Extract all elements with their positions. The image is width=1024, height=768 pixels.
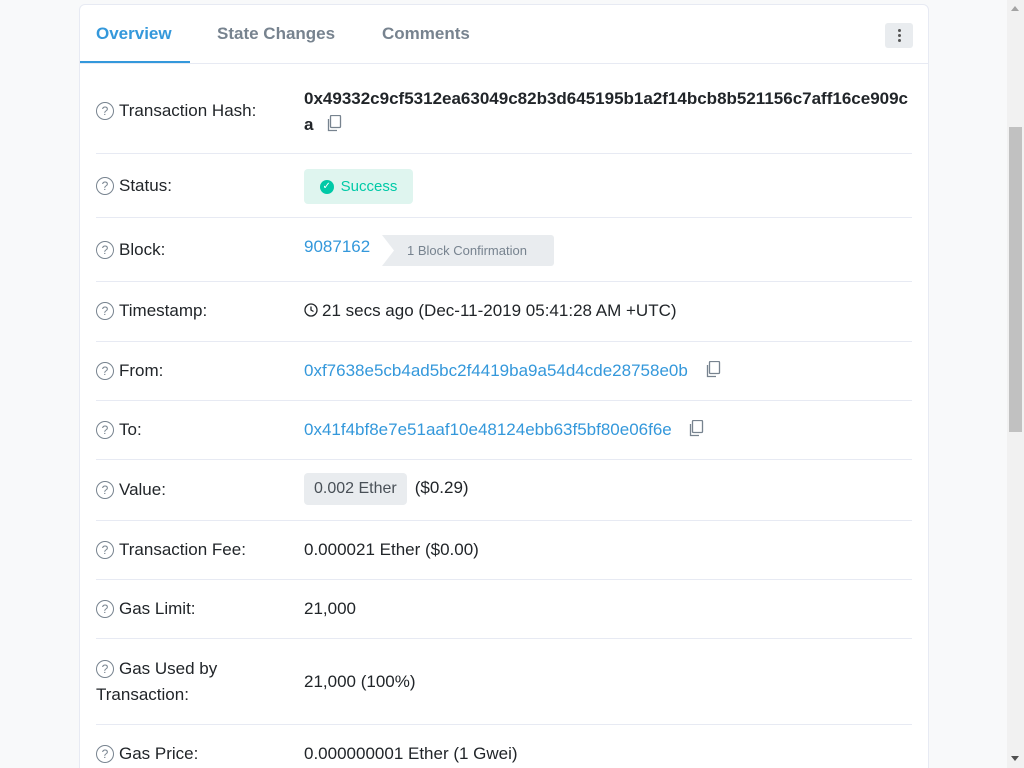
gas-limit-value: 21,000: [304, 599, 356, 618]
question-circle-icon[interactable]: ?: [96, 362, 114, 380]
value-label: ? Value:: [96, 477, 166, 503]
from-address-link[interactable]: 0xf7638e5cb4ad5bc2f4419ba9a54d4cde28758e…: [304, 361, 688, 380]
fee-value: 0.000021 Ether ($0.00): [304, 540, 479, 559]
scrollbar-thumb[interactable]: [1009, 127, 1022, 432]
tx-hash-value: 0x49332c9cf5312ea63049c82b3d645195b1a2f1…: [304, 86, 912, 138]
question-circle-icon[interactable]: ?: [96, 421, 114, 439]
from-label: ? From:: [96, 358, 163, 384]
clock-icon: [304, 303, 318, 317]
vertical-dots-icon: [897, 29, 901, 32]
active-tab-indicator: [80, 61, 190, 63]
gas-used-value: 21,000 (100%): [304, 672, 416, 691]
to-address-link[interactable]: 0x41f4bf8e7e51aaf10e48124ebb63f5bf80e06f…: [304, 420, 672, 439]
ether-amount-badge: 0.002 Ether: [304, 473, 407, 505]
block-confirmation-badge: 1 Block Confirmation: [382, 235, 554, 266]
gas-price-value: 0.000000001 Ether (1 Gwei): [304, 744, 518, 763]
question-circle-icon[interactable]: ?: [96, 481, 114, 499]
scroll-down-arrow-icon[interactable]: [1011, 756, 1019, 761]
question-circle-icon[interactable]: ?: [96, 541, 114, 559]
question-circle-icon[interactable]: ?: [96, 745, 114, 763]
to-label: ? To:: [96, 417, 142, 443]
tab-comments[interactable]: Comments: [382, 24, 470, 44]
question-circle-icon[interactable]: ?: [96, 600, 114, 618]
fee-label: ? Transaction Fee:: [96, 537, 246, 563]
tab-overview[interactable]: Overview: [96, 24, 172, 44]
question-circle-icon[interactable]: ?: [96, 102, 114, 120]
tx-hash-label: ? Transaction Hash:: [96, 98, 256, 124]
check-circle-icon: ✓: [319, 179, 334, 194]
tab-bar: Overview State Changes Comments: [80, 5, 928, 64]
from-value: 0xf7638e5cb4ad5bc2f4419ba9a54d4cde28758e…: [304, 358, 721, 384]
question-circle-icon[interactable]: ?: [96, 241, 114, 259]
status-badge: ✓ Success: [304, 169, 413, 204]
question-circle-icon[interactable]: ?: [96, 302, 114, 320]
more-options-button[interactable]: [885, 23, 913, 48]
value-value: 0.002 Ether ($0.29): [304, 473, 469, 505]
gas-used-label: ? Gas Used by Transaction:: [96, 659, 218, 704]
question-circle-icon[interactable]: ?: [96, 660, 114, 678]
gas-price-label: ? Gas Price:: [96, 741, 198, 767]
scroll-up-arrow-icon[interactable]: [1011, 6, 1019, 11]
question-circle-icon[interactable]: ?: [96, 177, 114, 195]
transaction-details-card: Overview State Changes Comments ? Transac…: [79, 4, 929, 768]
copy-icon[interactable]: [688, 420, 704, 437]
block-number-link[interactable]: 9087162: [304, 234, 370, 260]
timestamp-label: ? Timestamp:: [96, 298, 207, 324]
copy-icon[interactable]: [326, 115, 342, 132]
timestamp-value: 21 secs ago (Dec-11-2019 05:41:28 AM +UT…: [304, 298, 677, 324]
tab-state-changes[interactable]: State Changes: [217, 24, 335, 44]
copy-icon[interactable]: [705, 361, 721, 378]
to-value: 0x41f4bf8e7e51aaf10e48124ebb63f5bf80e06f…: [304, 417, 704, 443]
block-label: ? Block:: [96, 237, 165, 263]
status-label: ? Status:: [96, 173, 172, 199]
usd-amount: ($0.29): [414, 478, 469, 497]
tx-hash-text[interactable]: 0x49332c9cf5312ea63049c82b3d645195b1a2f1…: [304, 89, 908, 134]
gas-limit-label: ? Gas Limit:: [96, 596, 196, 622]
